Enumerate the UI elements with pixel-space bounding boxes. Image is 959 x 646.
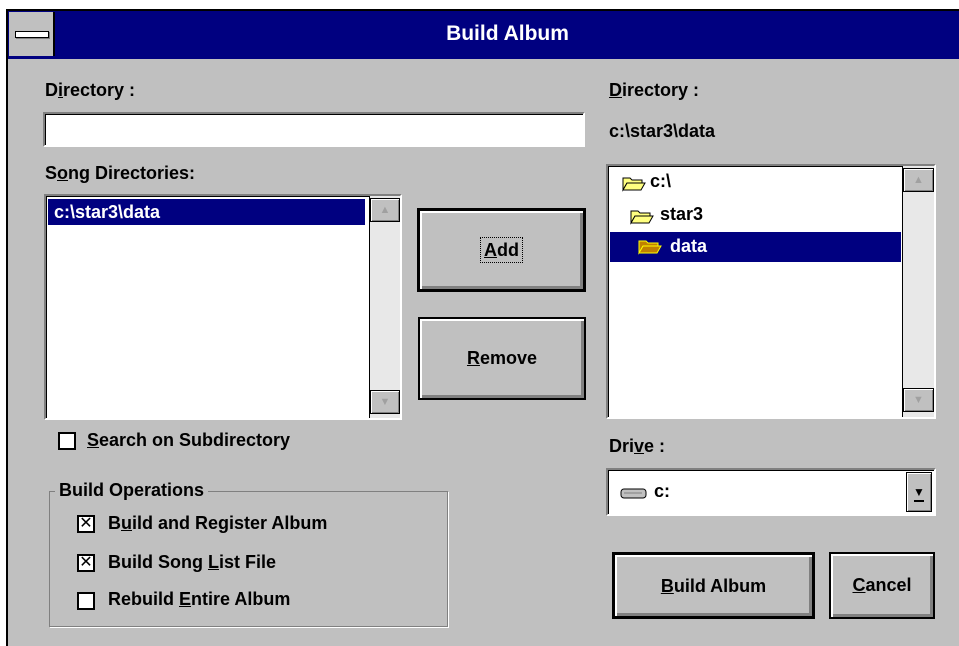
build-song-list-checkbox[interactable]: ✕ <box>77 554 95 572</box>
add-label-post: dd <box>497 240 519 260</box>
build-album-button[interactable]: Build Album <box>612 552 815 619</box>
song-dirs-label-pre: S <box>45 163 58 183</box>
tree-item-data[interactable]: data <box>670 236 707 257</box>
rebuild-entire-checkbox[interactable] <box>77 592 95 610</box>
tree-item-star3[interactable]: star3 <box>660 204 703 225</box>
song-dir-item[interactable]: c:\star3\data <box>48 199 365 225</box>
build-label-post: uild Album <box>673 576 767 596</box>
drive-select[interactable]: c: ▼ <box>606 468 936 516</box>
build-register-checkbox[interactable]: ✕ <box>77 515 95 533</box>
scroll-up-icon[interactable]: ▲ <box>370 198 400 222</box>
scroll-down-icon[interactable]: ▼ <box>370 390 400 414</box>
right-directory-mnemonic: D <box>609 80 622 100</box>
build-register-mnemonic: u <box>121 513 132 533</box>
right-directory-label-post: irectory : <box>622 80 700 100</box>
search-subdirectory-label: Search on Subdirectory <box>87 430 290 451</box>
scroll-up-icon[interactable]: ▲ <box>903 168 934 192</box>
rebuild-entire-label: Rebuild Entire Album <box>108 589 290 610</box>
drive-label: Drive : <box>609 436 665 457</box>
add-mnemonic: A <box>484 240 497 260</box>
directory-label-pre: D <box>45 80 58 100</box>
build-operations-title: Build Operations <box>55 480 209 501</box>
song-dirs-label-mnemonic: o <box>57 163 69 183</box>
directory-tree[interactable]: c:\ star3 data ▲ ▼ <box>606 164 936 419</box>
folder-open-icon <box>630 208 654 225</box>
right-directory-label: Directory : <box>609 80 699 101</box>
rebuild-entire-post: ntire Album <box>191 589 291 609</box>
directory-input[interactable] <box>43 112 585 147</box>
screen: Build Album Directory : Song Directories… <box>0 0 959 646</box>
drive-value: c: <box>654 481 671 501</box>
build-register-label: Build and Register Album <box>108 513 327 534</box>
add-button-label: Add <box>480 237 523 263</box>
remove-mnemonic: R <box>466 348 480 368</box>
cancel-button[interactable]: Cancel <box>829 552 935 619</box>
build-register-pre: B <box>108 513 121 533</box>
tree-item-root[interactable]: c:\ <box>650 171 671 192</box>
drive-label-mnemonic: v <box>634 436 645 456</box>
build-mnemonic: B <box>660 576 674 596</box>
song-directories-label: Song Directories: <box>45 163 195 184</box>
drive-label-post: e : <box>644 436 666 456</box>
rebuild-entire-pre: Rebuild <box>108 589 179 609</box>
tree-scrollbar[interactable]: ▲ ▼ <box>902 166 934 417</box>
search-subdirectory-checkbox[interactable] <box>58 432 76 450</box>
build-song-list-label: Build Song List File <box>108 552 276 573</box>
cancel-mnemonic: C <box>852 575 866 595</box>
drive-label-pre: Dri <box>609 436 635 456</box>
search-sub-mnemonic: S <box>87 430 100 450</box>
build-song-list-pre: Build Song <box>108 552 208 572</box>
cancel-label-post: ancel <box>865 575 912 595</box>
dropdown-arrow-icon[interactable]: ▼ <box>906 472 932 512</box>
remove-button[interactable]: Remove <box>418 317 586 400</box>
build-song-list-post: ist File <box>218 552 276 572</box>
search-sub-label-post: earch on Subdirectory <box>99 430 291 450</box>
song-dirs-scrollbar[interactable]: ▲ ▼ <box>369 196 400 418</box>
directory-label-post: rectory : <box>63 80 136 100</box>
song-dirs-label-post: ng Directories: <box>68 163 196 183</box>
song-directories-list[interactable]: c:\star3\data ▲ ▼ <box>44 194 402 420</box>
build-register-post: ild and Register Album <box>132 513 328 533</box>
window-title: Build Album <box>446 22 569 45</box>
add-button[interactable]: Add <box>417 208 586 292</box>
remove-label-post: emove <box>479 348 538 368</box>
current-directory-text: c:\star3\data <box>609 121 716 141</box>
dropdown-glyph: ▼ <box>913 485 925 499</box>
system-menu-icon <box>15 31 49 38</box>
folder-selected-icon <box>638 238 662 255</box>
build-song-list-mnemonic: L <box>207 552 219 572</box>
folder-open-icon <box>622 175 646 192</box>
hard-drive-icon <box>620 486 648 500</box>
directory-label: Directory : <box>45 80 135 101</box>
scroll-down-icon[interactable]: ▼ <box>903 388 934 412</box>
rebuild-entire-mnemonic: E <box>179 589 192 609</box>
